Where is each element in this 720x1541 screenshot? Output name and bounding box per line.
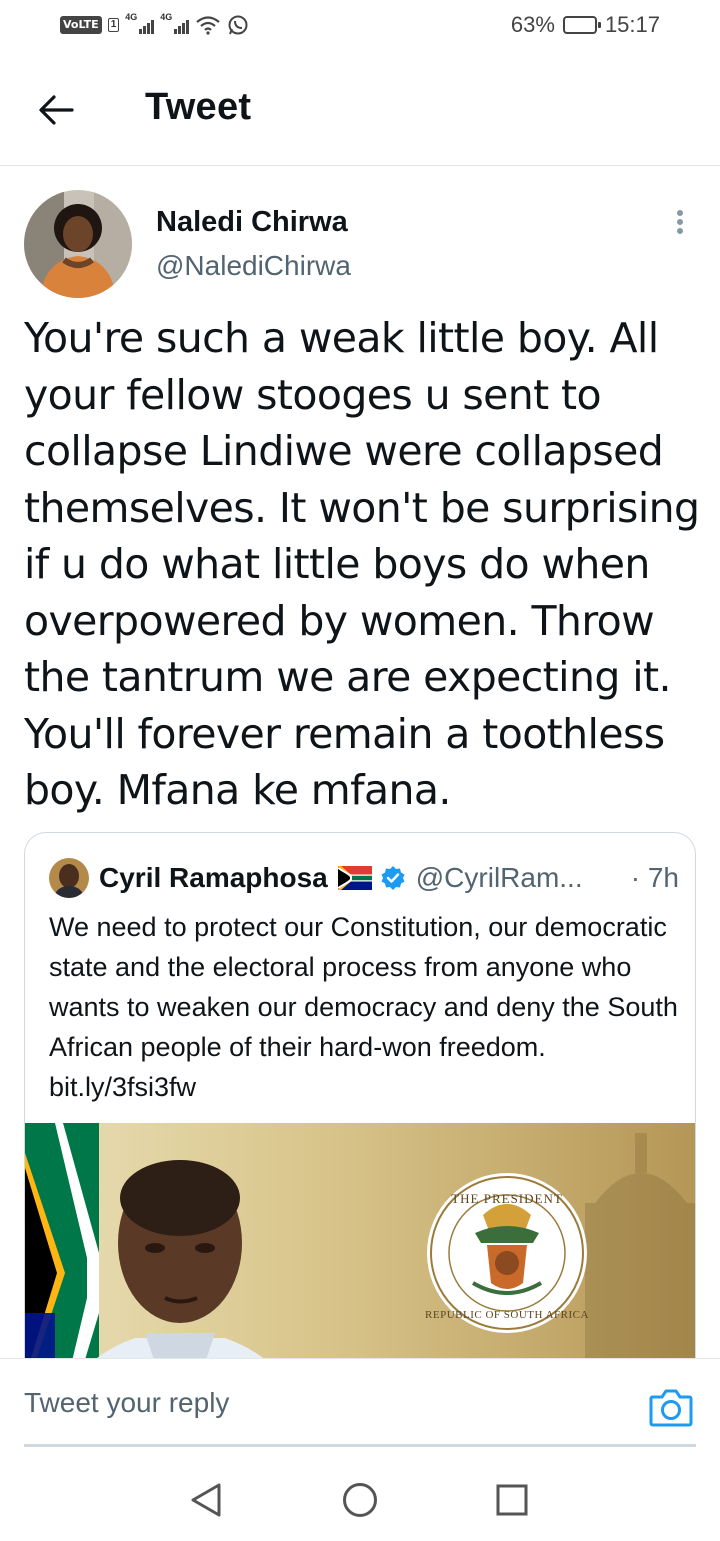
network-type-label: 4G	[125, 12, 138, 22]
status-bar: VoLTE 1 4G 4G 63% 15:17	[0, 0, 720, 56]
quoted-author-avatar[interactable]	[49, 858, 89, 898]
quoted-tweet-text: We need to protect our Constitution, our…	[49, 912, 678, 1102]
battery-percent: 63%	[510, 12, 555, 37]
system-nav-bar	[0, 1450, 720, 1541]
nav-recents-icon	[496, 1484, 528, 1516]
quoted-tweet[interactable]: Cyril Ramaphosa @CyrilRam... · 7h We nee…	[24, 832, 696, 1432]
status-indicators: VoLTE 1 4G 4G	[60, 12, 249, 36]
nav-back-icon	[191, 1483, 221, 1517]
quoted-author-handle[interactable]: @CyrilRam...	[416, 862, 583, 894]
sim-indicator: 1	[107, 18, 120, 32]
clock: 15:17	[604, 12, 660, 37]
more-dot	[677, 210, 683, 216]
reply-underline	[24, 1444, 696, 1447]
app-header: Tweet	[0, 56, 720, 166]
nav-recents-button[interactable]	[492, 1480, 532, 1520]
volte-badge: VoLTE	[60, 16, 102, 34]
more-options-button[interactable]	[664, 206, 696, 238]
tweet-text: You're such a weak little boy. All your …	[24, 314, 700, 814]
quoted-author-name[interactable]: Cyril Ramaphosa	[99, 862, 328, 894]
seal-top-text: THE PRESIDENT	[451, 1191, 563, 1206]
more-dot	[677, 228, 683, 234]
back-button[interactable]	[30, 88, 82, 132]
author-name[interactable]: Naledi Chirwa	[156, 206, 348, 239]
signal-icon: 4G	[125, 12, 155, 34]
wifi-icon	[196, 16, 220, 35]
more-dot	[677, 219, 683, 225]
author-handle[interactable]: @NalediChirwa	[156, 250, 351, 282]
camera-icon	[649, 1389, 693, 1427]
camera-button[interactable]	[648, 1385, 694, 1429]
quoted-tweet-header: Cyril Ramaphosa @CyrilRam... · 7h	[49, 857, 679, 899]
nav-home-button[interactable]	[340, 1480, 380, 1520]
quoted-tweet-time: · 7h	[630, 862, 679, 893]
reply-composer: Tweet your reply	[0, 1358, 720, 1450]
author-avatar[interactable]	[24, 190, 132, 298]
verified-badge-icon	[381, 866, 405, 890]
south-africa-flag-icon	[337, 866, 372, 890]
signal-icon: 4G	[160, 12, 190, 34]
battery-icon	[562, 16, 601, 34]
status-right: 63% 15:17	[511, 12, 660, 38]
nav-home-icon	[343, 1483, 377, 1517]
arrow-left-icon	[39, 95, 74, 125]
avatar-image	[24, 190, 132, 298]
seal-bottom-text: REPUBLIC OF SOUTH AFRICA	[425, 1309, 589, 1321]
whatsapp-icon	[228, 15, 248, 35]
page-title: Tweet	[145, 86, 252, 128]
reply-input[interactable]: Tweet your reply	[24, 1387, 229, 1419]
network-type-label: 4G	[160, 12, 173, 22]
nav-back-button[interactable]	[186, 1480, 226, 1520]
avatar-image	[49, 858, 89, 898]
